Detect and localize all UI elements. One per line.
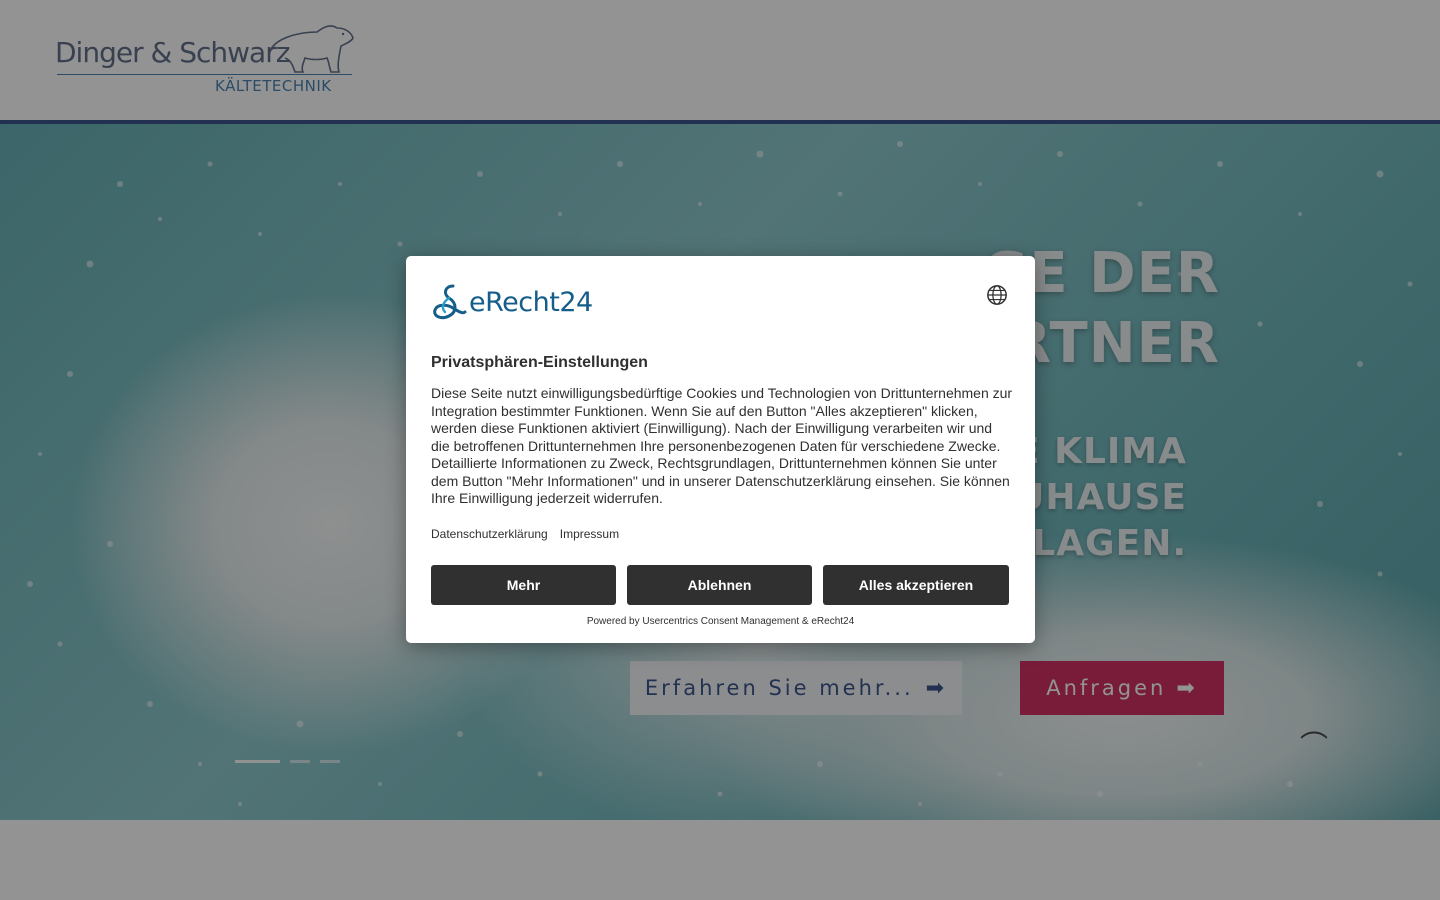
erecht24-logo: eRecht24 (431, 282, 593, 322)
accept-all-button[interactable]: Alles akzeptieren (823, 565, 1009, 605)
consent-description: Diese Seite nutzt einwilligungsbedürftig… (431, 385, 1013, 506)
consent-links: Datenschutzerklärung Impressum (431, 527, 619, 541)
erecht24-logo-icon (433, 284, 467, 320)
more-button[interactable]: Mehr (431, 565, 616, 605)
imprint-link[interactable]: Impressum (560, 527, 619, 541)
decline-button[interactable]: Ablehnen (627, 565, 812, 605)
privacy-policy-link[interactable]: Datenschutzerklärung (431, 527, 548, 541)
erecht24-wordmark: eRecht24 (469, 286, 593, 318)
consent-dialog: eRecht24 Privatsphären-Einstellungen Die… (406, 256, 1035, 643)
globe-icon[interactable] (986, 284, 1008, 306)
consent-title: Privatsphären-Einstellungen (431, 354, 648, 371)
powered-by-text: Powered by Usercentrics Consent Manageme… (586, 616, 855, 627)
